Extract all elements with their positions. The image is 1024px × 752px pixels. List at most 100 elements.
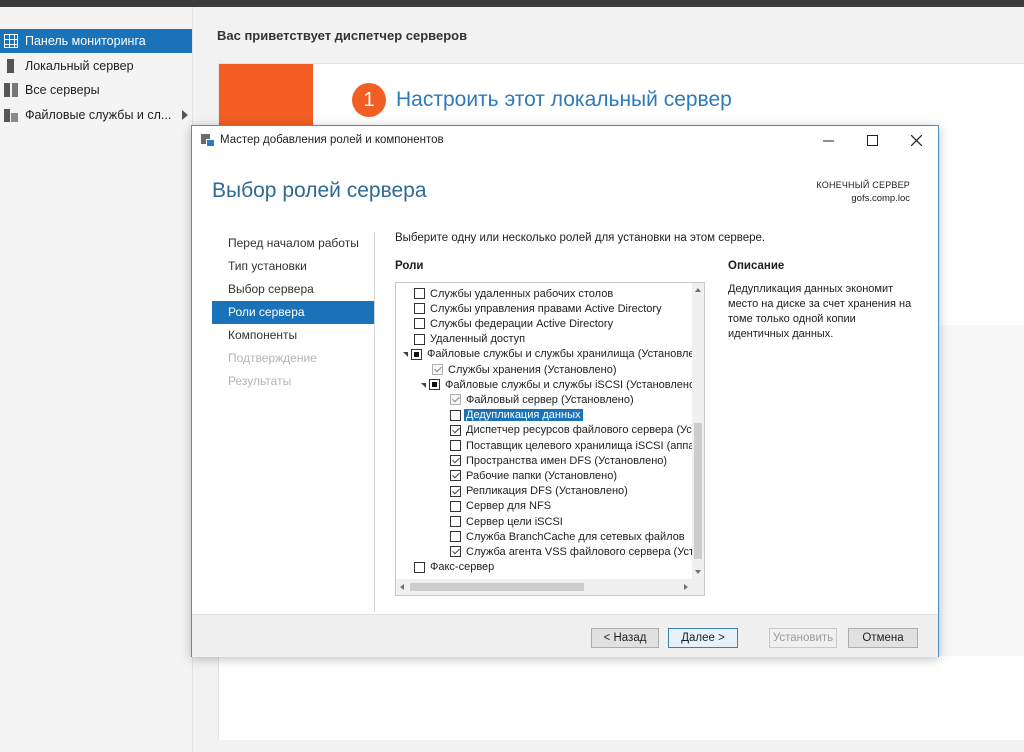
wizard-step-3[interactable]: Выбор сервера	[212, 278, 374, 301]
minimize-button[interactable]	[806, 126, 850, 154]
expand-arrow-icon[interactable]	[403, 350, 408, 358]
dashboard-panel-right	[938, 325, 1024, 656]
wizard-step-4[interactable]: Роли сервера	[212, 301, 374, 324]
role-checkbox[interactable]	[450, 394, 461, 406]
dialog-titlebar[interactable]: Мастер добавления ролей и компонентов	[192, 126, 938, 154]
wizard-step-1[interactable]: Перед началом работы	[212, 232, 374, 255]
role-row[interactable]: Служба агента VSS файлового сервера (Уст…	[396, 544, 692, 559]
role-label: Служба агента VSS файлового сервера (Уст…	[466, 545, 692, 558]
role-row[interactable]: Службы федерации Active Directory	[396, 316, 692, 331]
description-text: Дедупликация данных экономит место на ди…	[728, 283, 912, 340]
role-row[interactable]: Службы хранения (Установлено)	[396, 362, 692, 377]
nav-item-local-server[interactable]: Локальный сервер	[0, 54, 192, 78]
cancel-button[interactable]: Отмена	[848, 628, 918, 648]
back-button[interactable]: < Назад	[591, 628, 659, 648]
dashboard-icon	[4, 34, 18, 48]
role-checkbox[interactable]	[450, 470, 461, 482]
scrollbar-thumb[interactable]	[694, 423, 702, 559]
role-checkbox[interactable]	[450, 455, 461, 467]
configure-local-server-link[interactable]: Настроить этот локальный сервер	[396, 88, 732, 112]
role-row[interactable]: Удаленный доступ	[396, 332, 692, 347]
role-label: Рабочие папки (Установлено)	[466, 469, 617, 482]
role-label: Файловые службы и службы iSCSI (Установл…	[445, 378, 692, 391]
role-label: Службы федерации Active Directory	[430, 317, 614, 330]
next-button[interactable]: Далее >	[668, 628, 738, 648]
role-label: Служба BranchCache для сетевых файлов	[466, 530, 685, 543]
role-row[interactable]: Диспетчер ресурсов файлового сервера (Ус…	[396, 423, 692, 438]
role-row[interactable]: Факс-сервер	[396, 560, 692, 575]
role-checkbox[interactable]	[450, 424, 461, 436]
role-row[interactable]: Сервер цели iSCSI	[396, 514, 692, 529]
description-label: Описание	[728, 260, 785, 272]
scroll-up-icon[interactable]	[695, 288, 701, 292]
file-services-icon	[4, 108, 18, 122]
chevron-right-icon[interactable]	[182, 110, 188, 120]
nav-item-dashboard[interactable]: Панель мониторинга	[0, 29, 192, 53]
roles-vertical-scrollbar[interactable]	[692, 283, 704, 579]
role-checkbox[interactable]	[432, 364, 443, 375]
role-label: Факс-сервер	[430, 561, 495, 574]
role-row[interactable]: Файловые службы и службы iSCSI (Установл…	[396, 377, 692, 392]
role-row[interactable]: Дедупликация данных	[396, 408, 692, 423]
destination-server-label: КОНЕЧНЫЙ СЕРВЕР	[816, 180, 910, 190]
role-label: Удаленный доступ	[430, 333, 526, 346]
install-button[interactable]: Установить	[769, 628, 837, 648]
role-checkbox[interactable]	[450, 531, 461, 543]
roles-tree: Службы удаленных рабочих столов Службы уп…	[396, 283, 692, 579]
minimize-icon	[822, 140, 834, 141]
role-row[interactable]: Рабочие папки (Установлено)	[396, 468, 692, 483]
role-row[interactable]: Файловый сервер (Установлено)	[396, 392, 692, 407]
role-checkbox[interactable]	[414, 303, 425, 315]
scrollbar-thumb[interactable]	[410, 583, 584, 591]
scroll-down-icon[interactable]	[695, 570, 701, 574]
role-label: Диспетчер ресурсов файлового сервера (Ус…	[466, 424, 692, 437]
role-row[interactable]: Пространства имен DFS (Установлено)	[396, 453, 692, 468]
nav-item-all-servers[interactable]: Все серверы	[0, 78, 192, 102]
role-checkbox[interactable]	[414, 318, 425, 330]
server-icon	[7, 59, 14, 73]
nav-item-label: Панель мониторинга	[25, 34, 146, 48]
role-checkbox[interactable]	[450, 546, 461, 558]
maximize-button[interactable]	[850, 126, 894, 154]
role-checkbox[interactable]	[450, 516, 461, 527]
server-manager-nav: Панель мониторинга Локальный сервер Все …	[0, 7, 193, 752]
role-label: Сервер цели iSCSI	[466, 515, 563, 528]
wizard-step-6: Подтверждение	[228, 351, 317, 365]
role-row[interactable]: Поставщик целевого хранилища iSCSI (аппа…	[396, 438, 692, 453]
role-checkbox[interactable]	[414, 288, 425, 299]
nav-divider	[374, 232, 375, 612]
role-checkbox[interactable]	[450, 409, 461, 421]
nav-item-file-services[interactable]: Файловые службы и сл...	[0, 103, 192, 127]
expand-arrow-icon[interactable]	[421, 381, 426, 389]
role-label: Репликация DFS (Установлено)	[466, 485, 628, 498]
role-checkbox[interactable]	[414, 561, 425, 573]
role-checkbox[interactable]	[450, 440, 461, 451]
wizard-step-2[interactable]: Тип установки	[212, 255, 374, 278]
role-row[interactable]: Файловые службы и службы хранилища (Уста…	[396, 347, 692, 362]
dialog-footer: < Назад Далее > Установить Отмена	[192, 614, 938, 657]
role-row[interactable]: Службы удаленных рабочих столов	[396, 286, 692, 301]
role-label: Файловый сервер (Установлено)	[466, 393, 634, 406]
roles-label: Роли	[395, 260, 424, 272]
role-checkbox[interactable]	[414, 333, 425, 345]
role-row[interactable]: Служба BranchCache для сетевых файлов	[396, 529, 692, 544]
role-row[interactable]: Репликация DFS (Установлено)	[396, 484, 692, 499]
scroll-right-icon[interactable]	[684, 584, 688, 590]
role-checkbox[interactable]	[429, 379, 440, 391]
role-checkbox[interactable]	[450, 500, 461, 512]
role-row[interactable]: Сервер для NFS	[396, 499, 692, 514]
role-label: Файловые службы и службы хранилища (Уста…	[427, 348, 692, 361]
page-title: Выбор ролей сервера	[212, 179, 427, 202]
role-checkbox[interactable]	[450, 485, 461, 497]
add-roles-wizard-dialog: Мастер добавления ролей и компонентов Вы…	[191, 125, 939, 657]
role-checkbox[interactable]	[411, 348, 422, 360]
wizard-step-5[interactable]: Компоненты	[212, 324, 374, 347]
destination-server-value: gofs.comp.loc	[851, 193, 910, 204]
close-button[interactable]	[894, 126, 938, 154]
scroll-left-icon[interactable]	[400, 584, 404, 590]
roles-horizontal-scrollbar[interactable]	[396, 579, 692, 595]
welcome-title: Вас приветствует диспетчер серверов	[217, 28, 468, 43]
top-title-bar	[0, 0, 1024, 7]
server-manager-app-icon	[201, 134, 215, 147]
role-row[interactable]: Службы управления правами Active Directo…	[396, 301, 692, 316]
